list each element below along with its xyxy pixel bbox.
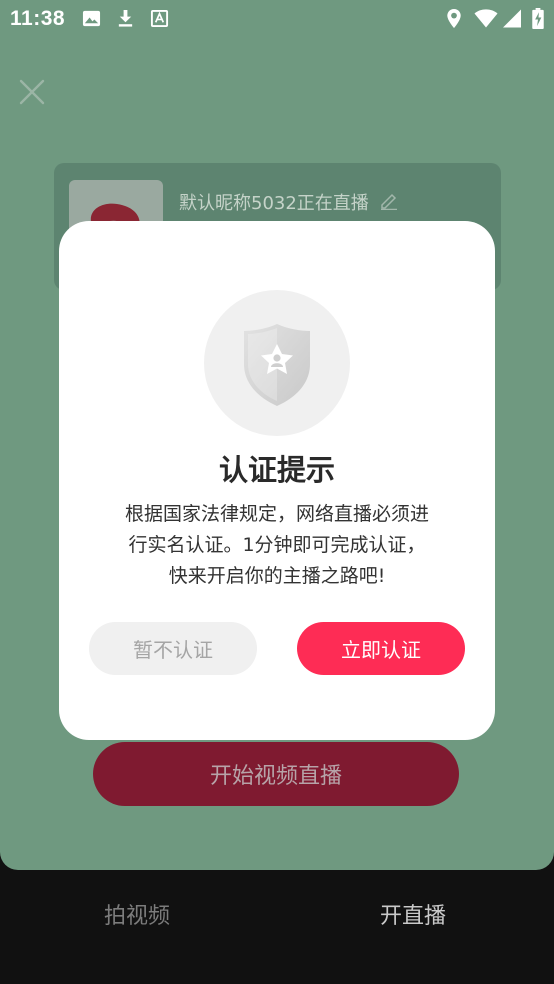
verification-dialog: 认证提示 根据国家法律规定，网络直播必须进 行实名认证。1分钟即可完成认证， 快… <box>59 221 495 740</box>
wifi-icon <box>474 9 498 28</box>
verify-now-button[interactable]: 立即认证 <box>297 622 465 675</box>
dialog-message: 根据国家法律规定，网络直播必须进 行实名认证。1分钟即可完成认证， 快来开启你的… <box>59 499 495 592</box>
status-time: 11:38 <box>10 7 66 30</box>
download-icon <box>118 9 133 27</box>
text-box-icon <box>150 9 169 28</box>
skip-verification-button[interactable]: 暂不认证 <box>89 622 257 675</box>
location-icon <box>447 8 461 29</box>
status-bar: 11:38 <box>0 0 554 38</box>
dialog-message-line: 行实名认证。1分钟即可完成认证， <box>128 534 426 556</box>
close-icon[interactable] <box>16 76 48 108</box>
signal-icon <box>503 9 521 28</box>
live-nickname: 默认昵称5032正在直播 <box>179 193 369 214</box>
bottom-nav: 拍视频 开直播 <box>0 870 554 984</box>
battery-charging-icon <box>532 8 544 29</box>
dialog-message-line: 快来开启你的主播之路吧! <box>168 565 386 587</box>
tab-shoot-video[interactable]: 拍视频 <box>104 898 170 930</box>
tab-go-live[interactable]: 开直播 <box>380 898 446 930</box>
start-live-button[interactable]: 开始视频直播 <box>93 742 459 806</box>
dialog-message-line: 根据国家法律规定，网络直播必须进 <box>124 503 429 525</box>
dialog-title: 认证提示 <box>218 453 335 487</box>
image-icon <box>82 10 101 27</box>
shield-star-icon <box>244 324 310 406</box>
pencil-icon[interactable] <box>379 190 399 210</box>
